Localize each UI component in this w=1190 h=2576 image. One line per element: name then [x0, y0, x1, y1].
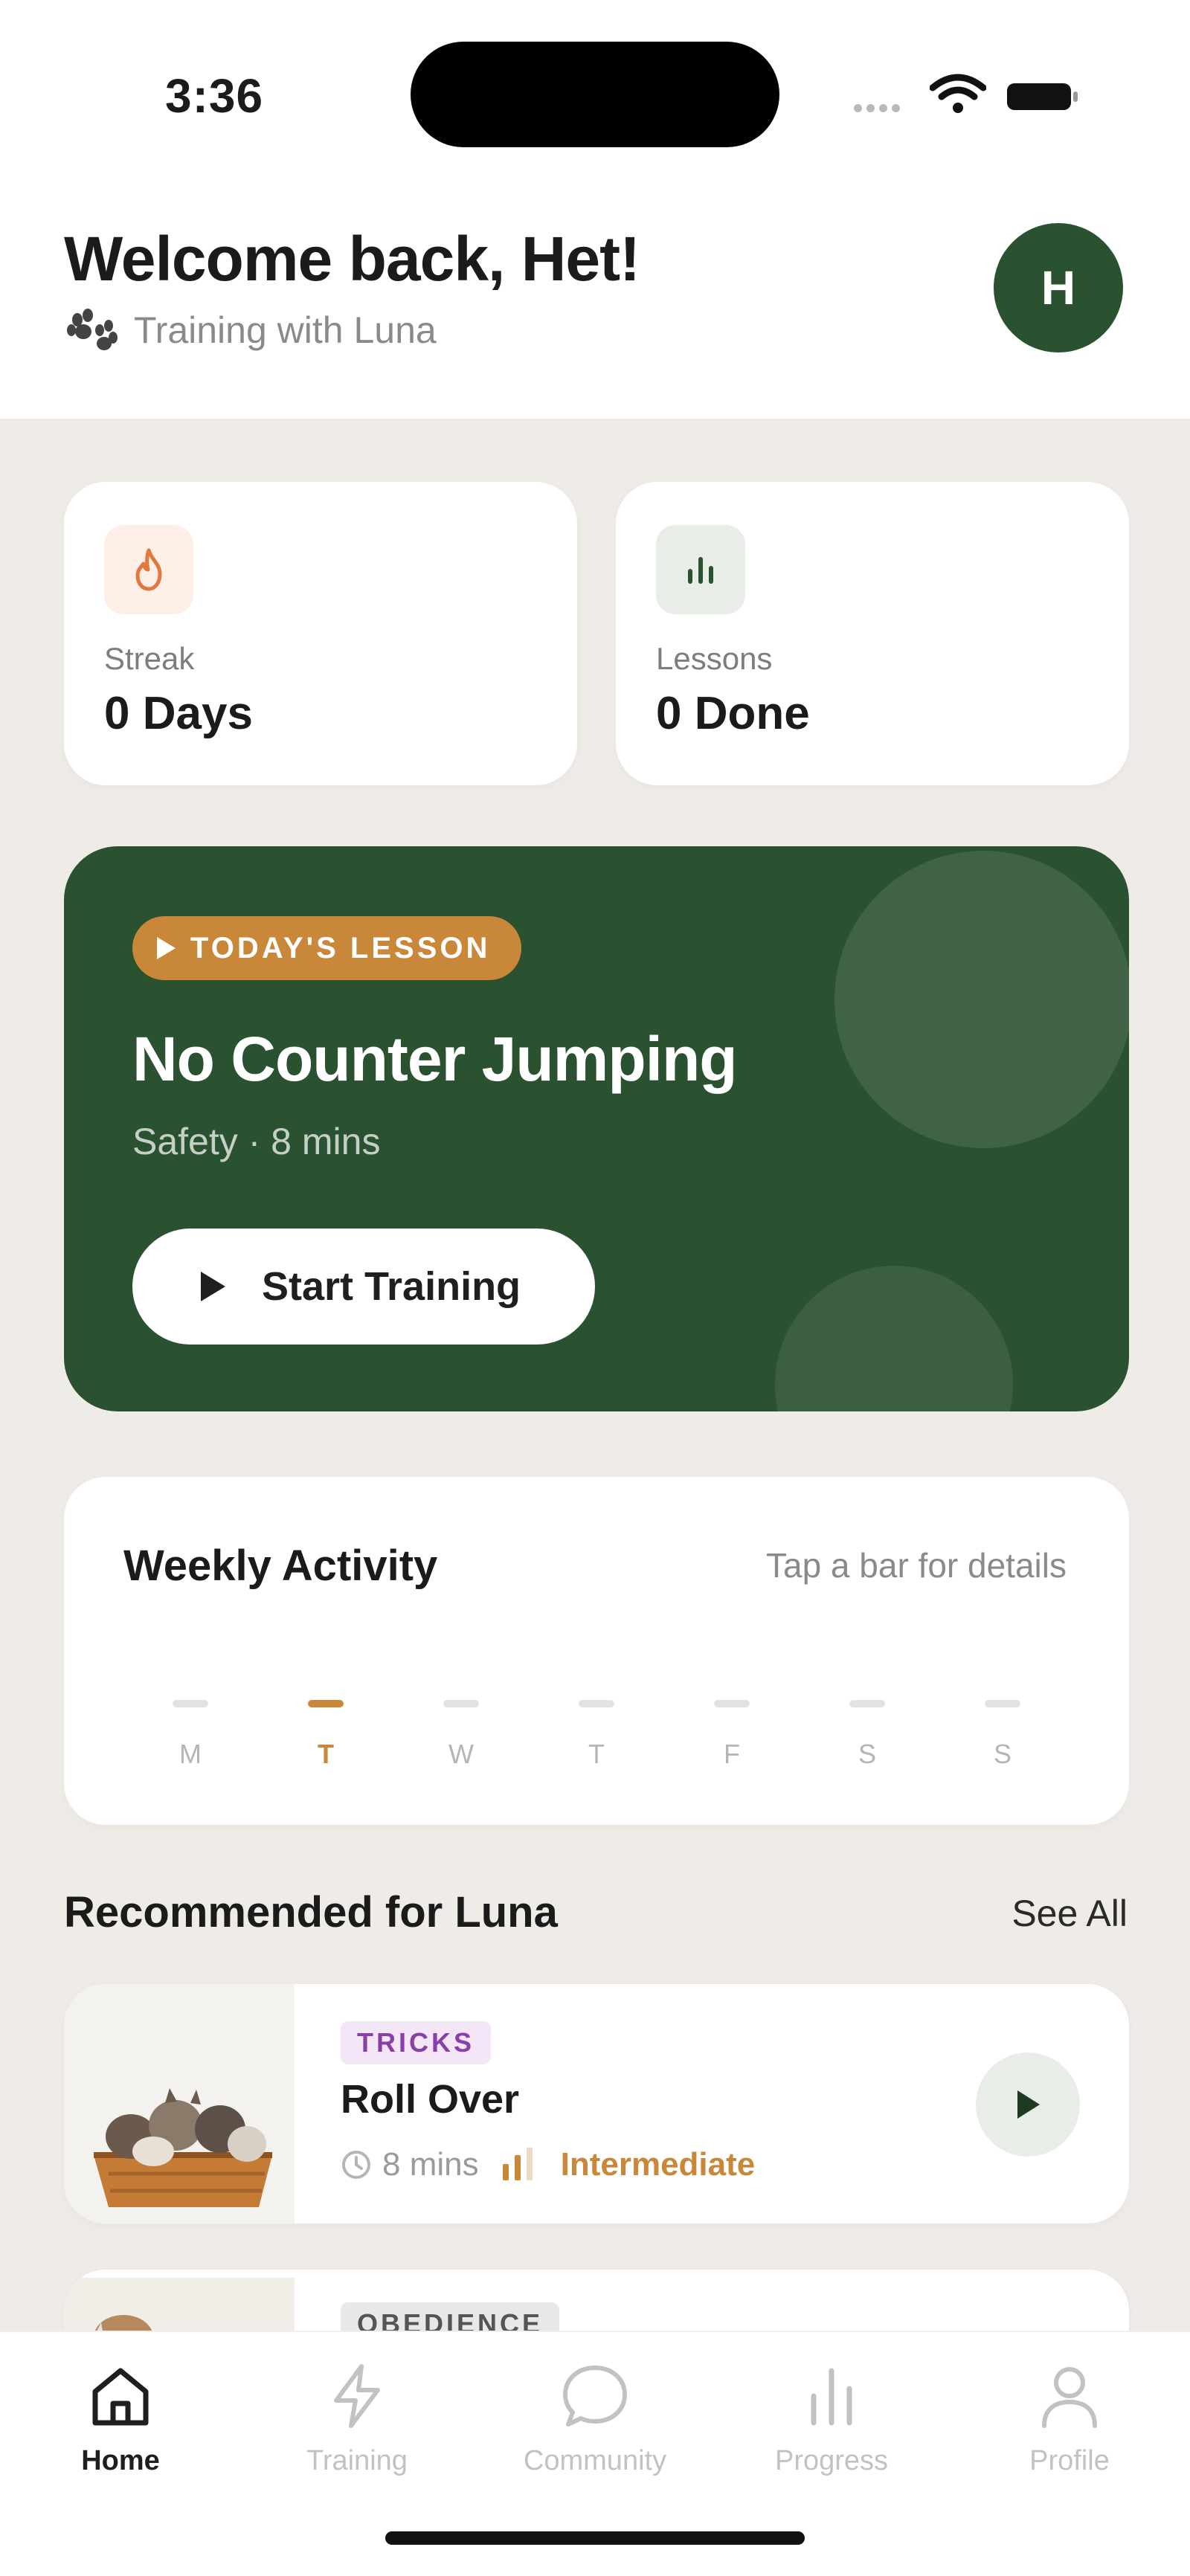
streak-card[interactable]: Streak 0 Days [64, 482, 577, 785]
weekly-activity-card: Weekly Activity Tap a bar for details M … [64, 1477, 1129, 1825]
wifi-icon [930, 74, 986, 113]
welcome-heading: Welcome back, Het! [64, 224, 640, 294]
chat-bubble-icon [563, 2366, 627, 2427]
lessons-label: Lessons [656, 641, 773, 676]
clock-icon [342, 2151, 370, 2179]
header-area: 3:36 Welcome back, Het! Training with Lu… [0, 0, 1190, 419]
signal-icon [854, 103, 904, 116]
streak-label: Streak [104, 641, 195, 676]
todays-lesson-badge: TODAY'S LESSON [132, 916, 522, 980]
play-icon [157, 937, 176, 959]
day-bar-tuesday[interactable]: T [303, 1700, 348, 1770]
avatar[interactable]: H [994, 223, 1123, 352]
see-all-link[interactable]: See All [1012, 1892, 1128, 1935]
lesson-thumbnail [64, 1984, 295, 2224]
decorative-circle [775, 1266, 1013, 1411]
status-time: 3:36 [165, 69, 264, 123]
bar-chart-icon [656, 525, 745, 614]
level-bars-icon [502, 2148, 533, 2180]
day-bar-sunday[interactable]: S [980, 1700, 1025, 1770]
home-indicator [385, 2531, 805, 2545]
weekly-activity-hint: Tap a bar for details [765, 1546, 1067, 1585]
person-icon [1042, 2367, 1097, 2428]
lightning-icon [334, 2364, 380, 2428]
training-with-line: Training with Luna [64, 308, 437, 352]
lesson-meta: Safety · 8 mins [132, 1121, 381, 1162]
lesson-meta: 8 mins Intermediate [341, 2146, 755, 2183]
lesson-list-item[interactable]: TRICKS Roll Over 8 mins Intermediate [64, 1984, 1129, 2224]
weekly-activity-title: Weekly Activity [123, 1542, 438, 1590]
paw-icon [67, 309, 118, 350]
category-tag: TRICKS [341, 2021, 491, 2064]
dynamic-island [411, 42, 779, 147]
lessons-card[interactable]: Lessons 0 Done [616, 482, 1129, 785]
play-icon [1017, 2090, 1040, 2119]
todays-lesson-card[interactable]: TODAY'S LESSON No Counter Jumping Safety… [64, 846, 1129, 1411]
home-icon [92, 2368, 149, 2426]
day-bar-monday[interactable]: M [168, 1700, 213, 1770]
tab-progress[interactable]: Progress [735, 2359, 928, 2477]
flame-icon [104, 525, 193, 614]
lesson-title: No Counter Jumping [132, 1024, 738, 1094]
tab-profile[interactable]: Profile [973, 2359, 1166, 2477]
streak-value: 0 Days [104, 688, 253, 739]
recommended-title: Recommended for Luna [64, 1888, 558, 1936]
day-bar-wednesday[interactable]: W [439, 1700, 483, 1770]
lessons-value: 0 Done [656, 688, 810, 739]
day-bar-thursday[interactable]: T [574, 1700, 619, 1770]
decorative-circle [834, 851, 1129, 1148]
battery-icon [1007, 83, 1078, 110]
play-icon [201, 1272, 225, 1301]
start-training-button[interactable]: Start Training [132, 1229, 595, 1345]
tab-home[interactable]: Home [24, 2359, 217, 2477]
tab-training[interactable]: Training [260, 2359, 454, 2477]
day-bar-friday[interactable]: F [710, 1700, 754, 1770]
bar-chart-icon [811, 2368, 852, 2426]
subtitle-text: Training with Luna [134, 309, 437, 351]
lesson-name: Roll Over [341, 2077, 520, 2122]
play-lesson-button[interactable] [976, 2052, 1080, 2157]
day-bar-saturday[interactable]: S [845, 1700, 890, 1770]
tab-community[interactable]: Community [498, 2359, 692, 2477]
